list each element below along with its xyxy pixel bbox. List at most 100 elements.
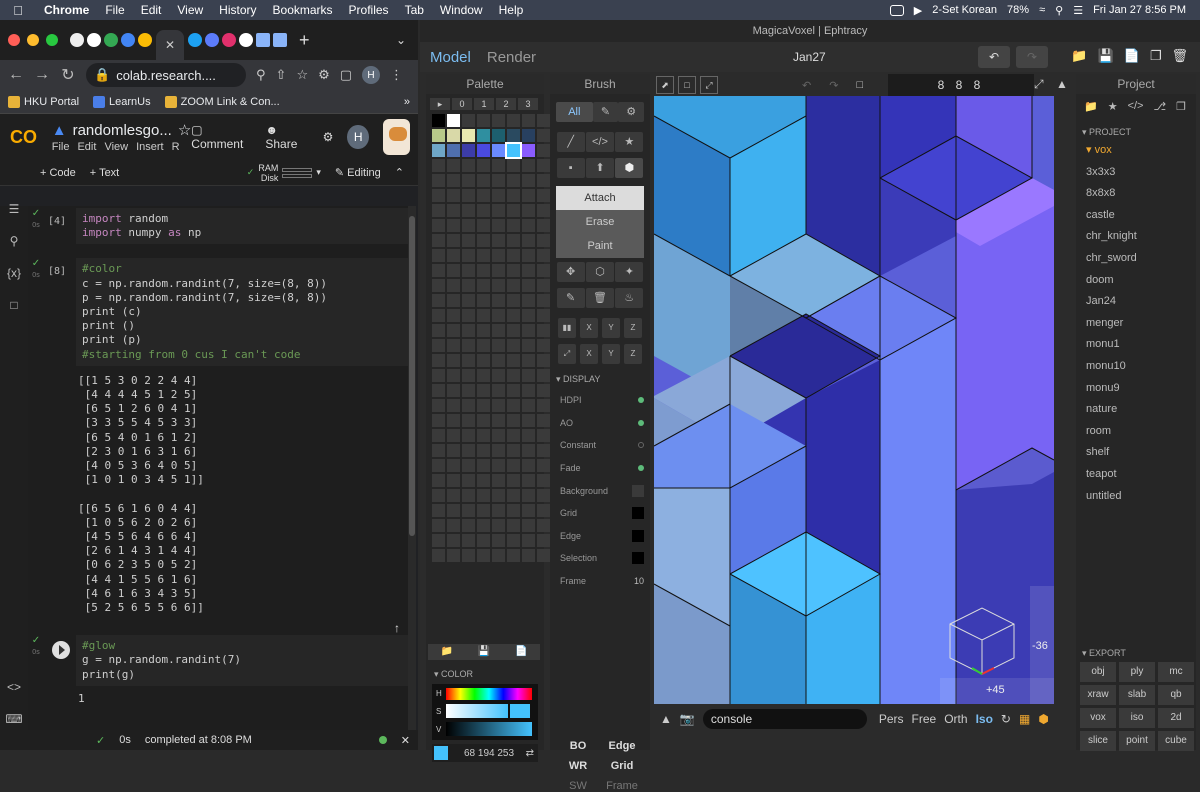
voxel-canvas[interactable] — [654, 96, 1054, 704]
palette-swatch[interactable] — [447, 384, 460, 397]
google-tab-icon[interactable] — [87, 33, 101, 47]
display-option-row[interactable]: Background — [550, 479, 650, 502]
palette-swatch[interactable] — [507, 129, 520, 142]
palette-swatch[interactable] — [507, 324, 520, 337]
palette-swatch[interactable] — [522, 324, 535, 337]
ram-disk-indicator[interactable]: ✓ RAM Disk ▾ — [247, 163, 321, 183]
toggle-off-indicator[interactable] — [638, 442, 644, 449]
tab-search-chevron-icon[interactable]: ⌄ — [396, 33, 406, 47]
palette-swatch[interactable] — [462, 219, 475, 232]
palette-swatch[interactable] — [432, 399, 445, 412]
palette-swatch[interactable] — [432, 519, 445, 532]
palette-swatch[interactable] — [507, 339, 520, 352]
palette-swatch[interactable] — [432, 474, 445, 487]
input-source-label[interactable]: 2-Set Korean — [932, 4, 997, 16]
more-menu-icon[interactable]: ⋮ — [390, 67, 403, 83]
code-cell[interactable]: ✓ 0s [8] #color c = np.random.randint(7,… — [32, 258, 408, 621]
palette-swatch[interactable] — [492, 249, 505, 262]
palette-swatch[interactable] — [492, 549, 505, 562]
erase-mode-button[interactable]: Erase — [556, 210, 644, 234]
color-swatch[interactable] — [632, 484, 644, 497]
palette-swatch[interactable] — [462, 549, 475, 562]
brush-pencil-icon[interactable]: ✎ — [592, 102, 619, 122]
palette-swatch[interactable] — [537, 354, 550, 367]
battery-percent[interactable]: 78% — [1007, 4, 1029, 16]
cube-tool-icon[interactable]: ⬡ — [585, 262, 614, 282]
palette-swatch[interactable] — [432, 549, 445, 562]
toggle-grid[interactable]: Grid — [600, 760, 644, 772]
toggle-bo[interactable]: BO — [556, 740, 600, 752]
dropdown-icon[interactable]: ▾ — [316, 167, 321, 178]
palette-swatch[interactable] — [537, 369, 550, 382]
palette-swatch[interactable] — [462, 399, 475, 412]
minimize-window-button[interactable] — [27, 34, 39, 46]
brush-all-button[interactable]: All — [556, 102, 593, 122]
palette-swatch[interactable] — [477, 144, 490, 157]
palette-swatch[interactable] — [477, 294, 490, 307]
display-option-row[interactable]: Grid — [550, 502, 650, 525]
palette-swatch[interactable] — [477, 129, 490, 142]
palette-swatch[interactable] — [432, 174, 445, 187]
palette-swatch[interactable] — [432, 279, 445, 292]
add-code-button[interactable]: + Code — [40, 167, 76, 179]
palette-swatch[interactable] — [522, 279, 535, 292]
palette-swatch[interactable] — [462, 489, 475, 502]
palette-swatch[interactable] — [537, 399, 550, 412]
palette-swatch[interactable] — [432, 369, 445, 382]
palette-swatch[interactable] — [537, 474, 550, 487]
bookmarks-overflow-icon[interactable]: » — [404, 96, 410, 108]
cell-code[interactable]: #color c = np.random.randint(7, size=(8,… — [76, 258, 408, 366]
export-button-xraw[interactable]: xraw — [1080, 685, 1116, 705]
palette-swatch[interactable] — [447, 414, 460, 427]
menu-app-chrome[interactable]: Chrome — [36, 3, 97, 17]
run-cell-button[interactable] — [52, 641, 70, 660]
palette-swatch[interactable] — [477, 534, 490, 547]
variables-icon[interactable]: {x} — [7, 266, 21, 280]
project-section-header[interactable]: ▾ PROJECT — [1076, 119, 1196, 140]
palette-swatch[interactable] — [432, 534, 445, 547]
palette-swatch[interactable] — [492, 474, 505, 487]
console-input[interactable]: console — [702, 709, 867, 729]
palette-swatch[interactable] — [537, 414, 550, 427]
palette-swatch[interactable] — [477, 519, 490, 532]
palette-swatch[interactable] — [537, 534, 550, 547]
attach-mode-button[interactable]: Attach — [556, 186, 644, 210]
palette-swatch[interactable] — [432, 159, 445, 172]
palette-swatch[interactable] — [447, 489, 460, 502]
palette-swatch[interactable] — [522, 444, 535, 457]
palette-swatch[interactable] — [507, 114, 520, 127]
code-snippets-icon[interactable]: <> — [7, 680, 21, 694]
reset-view-icon[interactable]: ↻ — [1001, 712, 1011, 726]
palette-swatch[interactable] — [492, 219, 505, 232]
palette-swatch[interactable] — [522, 519, 535, 532]
wifi-icon[interactable]: ≈ — [1039, 4, 1045, 16]
new-file-icon[interactable]: 📄 — [1124, 48, 1140, 64]
box-tool-icon[interactable]: ⬢ — [615, 158, 644, 178]
palette-swatch[interactable] — [492, 279, 505, 292]
rotate-right-icon[interactable]: ↷ — [829, 79, 838, 92]
palette-swatch[interactable] — [447, 129, 460, 142]
bookmark-zoom-link[interactable]: ZOOM Link & Con... — [164, 95, 280, 108]
palette-swatch[interactable] — [492, 294, 505, 307]
palette-swatch[interactable] — [492, 489, 505, 502]
palette-swatch[interactable] — [462, 264, 475, 277]
palette-swatch[interactable] — [522, 249, 535, 262]
palette-swatch[interactable] — [522, 339, 535, 352]
colab-menu-file[interactable]: File — [52, 141, 70, 153]
palette-swatch[interactable] — [462, 429, 475, 442]
export-button-mc[interactable]: mc — [1158, 662, 1194, 682]
model-dimensions[interactable]: 8 8 8 — [888, 74, 1034, 96]
code-cell[interactable]: ✓ 0s [4] import random import numpy as n… — [32, 208, 408, 245]
palette-swatch[interactable] — [477, 324, 490, 337]
palette-swatch[interactable] — [432, 234, 445, 247]
palette-swatch[interactable] — [432, 144, 445, 157]
palette-swatch[interactable] — [492, 519, 505, 532]
palette-swatch[interactable] — [447, 474, 460, 487]
export-button-2d[interactable]: 2d — [1158, 708, 1194, 728]
display-option-row[interactable]: AO — [550, 412, 650, 435]
palette-swatch[interactable] — [432, 429, 445, 442]
palette-swatch-selected[interactable] — [505, 142, 522, 159]
notebook-name[interactable]: randomlesgo... — [73, 122, 172, 139]
project-file-item[interactable]: teapot — [1086, 464, 1196, 486]
palette-swatch[interactable] — [447, 339, 460, 352]
